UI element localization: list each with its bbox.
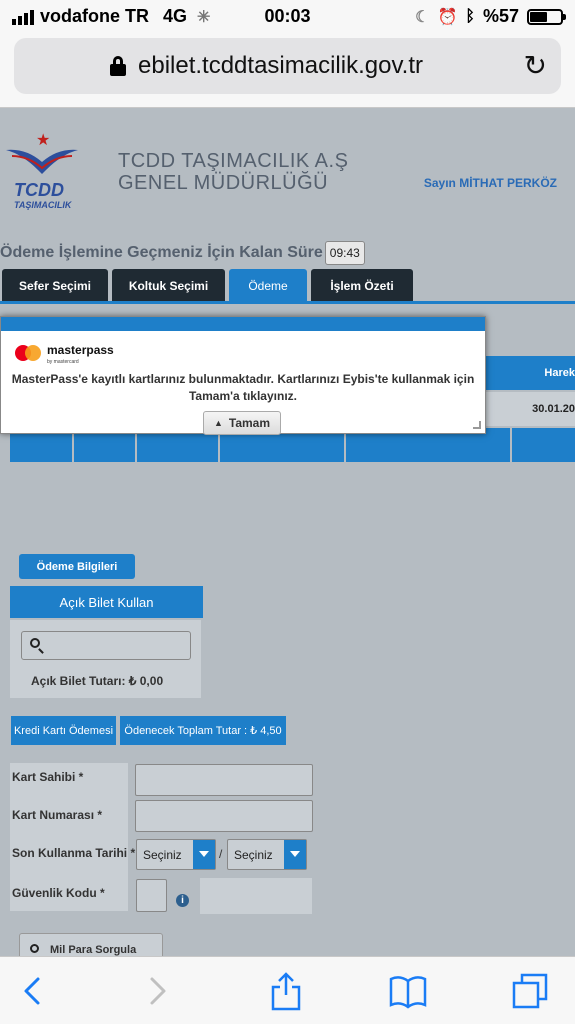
status-bar: vodafone TR 4G ✳ 00:03 ☾ ⏰ ᛒ %57 <box>0 0 575 34</box>
tab-odeme[interactable]: Ödeme <box>229 269 307 302</box>
open-ticket-button[interactable]: Açık Bilet Kullan <box>10 586 203 618</box>
tab-koltuk-secimi[interactable]: Koltuk Seçimi <box>112 269 225 302</box>
credit-card-tab[interactable]: Kredi Kartı Ödemesi <box>11 716 116 745</box>
reload-icon[interactable]: ↻ <box>524 52 547 80</box>
masterpass-brand-sub: by mastercard <box>47 359 79 365</box>
moon-icon: ☾ <box>415 8 430 26</box>
expiry-year-select[interactable]: Seçiniz <box>227 839 307 870</box>
card-number-label: Kart Numarası * <box>12 808 103 822</box>
tab-underline <box>0 301 575 304</box>
open-ticket-amount: Açık Bilet Tutarı: ₺ 0,00 <box>31 674 164 688</box>
battery-icon <box>527 8 566 25</box>
browser-toolbar <box>0 956 575 1024</box>
tabs-icon[interactable] <box>510 971 550 1011</box>
forward-icon[interactable] <box>136 971 176 1011</box>
logo-text: TCDD <box>14 180 64 200</box>
resize-handle[interactable] <box>473 421 481 429</box>
table-cell <box>512 428 575 462</box>
card-holder-input[interactable] <box>135 764 313 796</box>
search-icon <box>30 944 39 953</box>
company-name: TCDD TAŞIMACILIK A.Ş GENEL MÜDÜRLÜĞÜ <box>118 150 349 194</box>
chevron-down-icon <box>284 840 306 869</box>
dialog-titlebar <box>1 317 485 331</box>
battery-percent: %57 <box>482 6 519 26</box>
table-cell-date: 30.01.20 <box>476 392 575 426</box>
info-icon[interactable]: i <box>176 894 189 907</box>
caret-up-icon: ▲ <box>213 418 223 428</box>
wing-icon <box>6 149 78 174</box>
chevron-down-icon <box>193 840 215 869</box>
expiry-separator: / <box>219 847 223 861</box>
timer-label: Ödeme İşlemine Geçmeniz İçin Kalan Süre <box>0 244 323 261</box>
mil-para-button[interactable]: Mil Para Sorgula <box>19 933 163 956</box>
user-greeting: Sayın MİTHAT PERKÖZ <box>423 176 557 190</box>
masterpass-logo: masterpass by mastercard <box>15 341 114 365</box>
browser-address-area: ebilet.tcddtasimacilik.gov.tr ↻ <box>0 34 575 108</box>
masterpass-dialog: masterpass by mastercard MasterPass'e ka… <box>0 316 486 435</box>
lock-icon <box>110 56 126 76</box>
logo-subtext: TAŞIMACILIK <box>14 200 72 210</box>
countdown-timer: 09:43 <box>324 241 365 265</box>
bluetooth-icon: ᛒ <box>465 7 475 25</box>
expiry-month-select[interactable]: Seçiniz <box>136 839 216 870</box>
card-number-input[interactable] <box>135 800 313 832</box>
search-icon <box>30 638 40 648</box>
timer-row: Ödeme İşlemine Geçmeniz İçin Kalan Süre … <box>0 241 365 265</box>
tcdd-logo[interactable]: ★ TCDD TAŞIMACILIK <box>6 130 80 210</box>
masterpass-brand: masterpass <box>47 343 114 357</box>
bookmarks-icon[interactable] <box>388 971 428 1011</box>
ok-button[interactable]: ▲ Tamam <box>203 411 281 435</box>
step-tabs: Sefer Seçimi Koltuk Seçimi Ödeme İşlem Ö… <box>2 269 413 302</box>
open-ticket-search-input[interactable] <box>21 631 191 660</box>
cvv-input[interactable] <box>136 879 167 912</box>
address-bar[interactable]: ebilet.tcddtasimacilik.gov.tr ↻ <box>14 38 561 94</box>
alarm-icon: ⏰ <box>437 8 458 26</box>
table-header-cell: Harek <box>476 356 575 390</box>
dialog-message: MasterPass'e kayıtlı kartlarınız bulunma… <box>11 372 475 403</box>
card-holder-label: Kart Sahibi * <box>12 770 84 784</box>
tab-sefer-secimi[interactable]: Sefer Seçimi <box>2 269 108 302</box>
web-page: ★ TCDD TAŞIMACILIK TCDD TAŞIMACILIK A.Ş … <box>0 108 575 956</box>
site-header: ★ TCDD TAŞIMACILIK TCDD TAŞIMACILIK A.Ş … <box>0 108 575 228</box>
cvv-panel <box>200 878 312 914</box>
back-icon[interactable] <box>14 971 54 1011</box>
mastercard-icon <box>15 345 41 361</box>
total-amount: Ödenecek Toplam Tutar : ₺ 4,50 <box>120 716 286 745</box>
share-icon[interactable] <box>266 971 306 1011</box>
ok-button-label: Tamam <box>228 416 271 430</box>
expiry-label: Son Kullanma Tarihi * <box>12 846 136 860</box>
payment-info-button[interactable]: Ödeme Bilgileri <box>19 554 135 579</box>
tab-islem-ozeti[interactable]: İşlem Özeti <box>311 269 413 302</box>
cvv-label: Güvenlik Kodu * <box>12 886 105 900</box>
url-text[interactable]: ebilet.tcddtasimacilik.gov.tr <box>138 52 423 80</box>
